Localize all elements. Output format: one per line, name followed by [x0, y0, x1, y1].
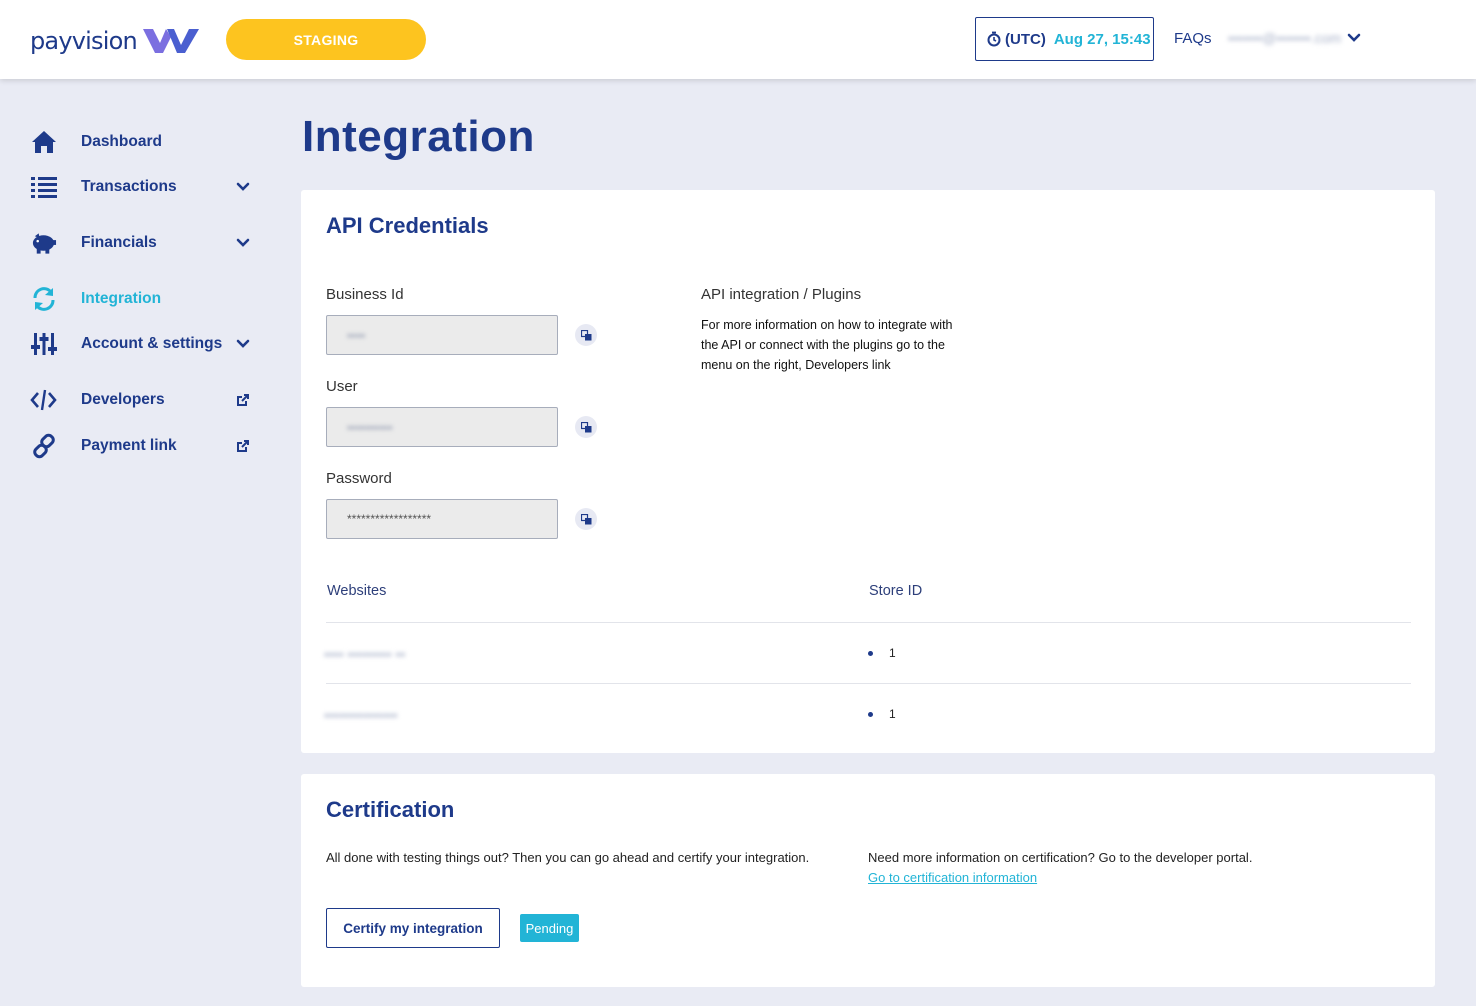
link-icon — [30, 433, 57, 460]
password-label: Password — [326, 470, 392, 487]
faqs-link[interactable]: FAQs — [1174, 30, 1212, 47]
bullet-icon — [868, 650, 873, 656]
clock-time: Aug 27, 15:43 — [1053, 30, 1151, 48]
chevron-down-icon — [236, 182, 250, 191]
table-divider — [326, 683, 1411, 684]
password-field[interactable]: ****************** — [326, 499, 558, 539]
chevron-down-icon — [1347, 33, 1361, 42]
list-icon — [30, 174, 57, 201]
table-row-store-id: 1 — [868, 707, 896, 721]
store-id-column-header: Store ID — [869, 583, 923, 599]
code-icon — [30, 387, 57, 414]
payvision-logo[interactable]: payvision — [30, 24, 203, 58]
sidebar-item-account-settings[interactable]: Account & settings — [30, 329, 255, 359]
certification-title: Certification — [326, 797, 455, 822]
business-id-value: •••• — [347, 327, 366, 343]
certify-integration-button[interactable]: Certify my integration — [326, 908, 500, 948]
sidebar-item-label: Financials — [81, 234, 157, 251]
chevron-down-icon — [236, 339, 250, 348]
plugins-title: API integration / Plugins — [701, 286, 862, 303]
table-row-website: •••• ••••••••• •• — [324, 646, 405, 662]
certification-info-link[interactable]: Go to certification information — [868, 870, 1037, 885]
websites-column-header: Websites — [327, 583, 387, 599]
piggy-bank-icon — [30, 230, 57, 257]
sidebar-item-label: Dashboard — [81, 133, 162, 150]
table-divider — [326, 622, 1411, 623]
logo-wordmark: payvision — [30, 27, 138, 55]
plugins-description: For more information on how to integrate… — [701, 318, 953, 372]
user-label: User — [326, 378, 358, 395]
sliders-icon — [30, 331, 57, 358]
bullet-icon — [868, 711, 873, 717]
page-title: Integration — [302, 112, 535, 161]
copy-business-id-button[interactable] — [575, 324, 597, 346]
clock-icon — [987, 31, 1001, 47]
business-id-label: Business Id — [326, 286, 404, 303]
user-menu[interactable]: •••••••@•••••••.com — [1228, 30, 1361, 46]
sidebar-item-label: Transactions — [81, 178, 177, 195]
store-id-value: 1 — [889, 646, 896, 660]
copy-icon — [580, 329, 591, 340]
status-badge: Pending — [520, 914, 579, 942]
clock-display: (UTC) Aug 27, 15:43 — [975, 17, 1154, 61]
sidebar-item-label: Account & settings — [81, 335, 223, 352]
certification-card: Certification All done with testing thin… — [301, 774, 1435, 987]
sidebar-item-label: Integration — [81, 290, 162, 307]
copy-password-button[interactable] — [575, 508, 597, 530]
sync-icon — [30, 286, 57, 313]
table-row-store-id: 1 — [868, 646, 896, 660]
api-credentials-title: API Credentials — [326, 213, 489, 238]
user-field[interactable]: •••••••••• — [326, 407, 558, 447]
business-id-field[interactable]: •••• — [326, 315, 558, 355]
website-value: •••• ••••••••• •• — [324, 646, 406, 662]
external-link-icon — [237, 440, 249, 452]
certification-description: All done with testing things out? Then y… — [326, 850, 810, 865]
sidebar-item-payment-link[interactable]: Payment link — [30, 431, 255, 461]
sidebar-item-developers[interactable]: Developers — [30, 385, 255, 415]
sidebar-item-label: Payment link — [81, 437, 177, 454]
copy-icon — [580, 513, 591, 524]
api-credentials-card: API Credentials Business Id •••• User ••… — [301, 190, 1435, 753]
top-header: payvision STAGING (UTC) Aug 27, 15:43 FA… — [0, 0, 1476, 79]
timezone-label: (UTC) — [1005, 30, 1046, 48]
home-icon — [30, 129, 57, 156]
certification-info-text: Need more information on certification? … — [868, 850, 1253, 865]
sidebar-item-label: Developers — [81, 391, 165, 408]
sidebar-item-integration[interactable]: Integration — [30, 284, 255, 314]
logo-mark-icon — [142, 29, 199, 53]
sidebar-item-financials[interactable]: Financials — [30, 228, 255, 258]
sidebar-item-transactions[interactable]: Transactions — [30, 172, 255, 202]
user-email: •••••••@•••••••.com — [1228, 30, 1342, 46]
staging-badge: STAGING — [226, 19, 426, 60]
certification-info: Need more information on certification? … — [868, 848, 1252, 888]
password-value: ****************** — [347, 512, 432, 526]
sidebar-item-dashboard[interactable]: Dashboard — [30, 127, 255, 157]
website-value: ••••••••••••••• — [324, 707, 398, 723]
user-value: •••••••••• — [347, 419, 393, 435]
copy-user-button[interactable] — [575, 416, 597, 438]
store-id-value: 1 — [889, 707, 896, 721]
table-row-website: ••••••••••••••• — [324, 707, 398, 723]
chevron-down-icon — [236, 238, 250, 247]
external-link-icon — [237, 394, 249, 406]
copy-icon — [580, 421, 591, 432]
